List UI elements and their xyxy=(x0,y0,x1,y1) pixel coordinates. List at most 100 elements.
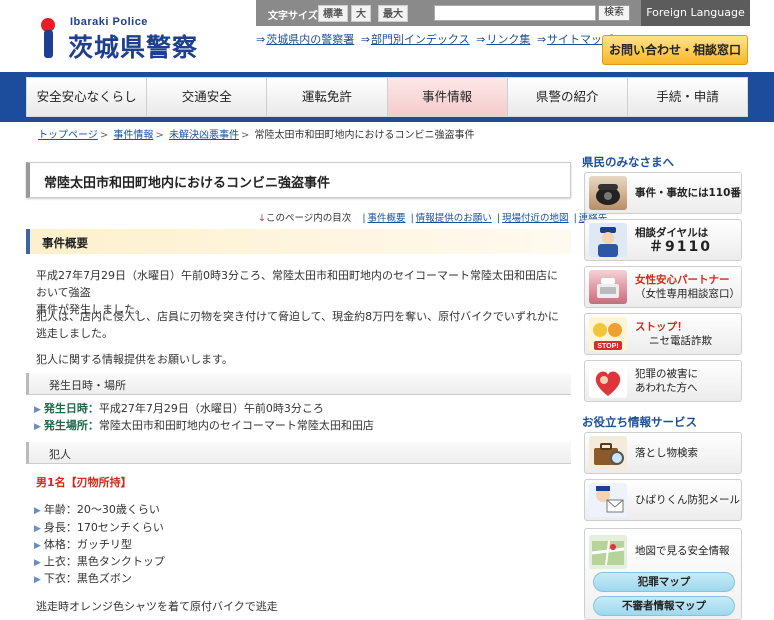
page-toc: ↓このページ内の目次 |事件概要 |情報提供のお願い |現場付近の地図 |連絡先 xyxy=(258,210,607,224)
sidebar-item-stop-phone-fraud[interactable]: STOP! ストップ！ ニセ電話詐欺 xyxy=(584,313,742,355)
font-size-label: 文字サイズ xyxy=(268,11,318,22)
link-police-stations[interactable]: 茨城県内の警察署 xyxy=(266,33,354,46)
arrow-icon: ⇒ xyxy=(256,33,266,46)
subheading-text: 発生日時・場所 xyxy=(49,379,126,392)
suspect-trait: ▶ 上衣：黒色タンクトップ xyxy=(34,553,165,569)
victim-support-icon xyxy=(589,364,627,398)
contact-button[interactable]: お問い合わせ・相談窓口 xyxy=(602,35,748,65)
occurrence-date: ▶ 発生日時：平成27年7月29日（水曜日）午前0時3分ころ xyxy=(34,401,324,418)
sidebar-item-consult-9110[interactable]: 相談ダイヤルは ＃9110 xyxy=(584,219,742,261)
trait-text: 上衣：黒色タンクトップ xyxy=(43,555,165,568)
sidebar-item-crime-victims[interactable]: 犯罪の被害に あわれた方へ xyxy=(584,360,742,402)
stop-fraud-icon: STOP! xyxy=(589,317,627,351)
bullet-arrow-icon: ▶ xyxy=(34,405,41,415)
breadcrumb-separator: > xyxy=(99,130,109,141)
toc-item-overview[interactable]: 事件概要 xyxy=(368,213,406,224)
fraud-line-1: ストップ！ xyxy=(635,321,688,333)
toc-separator: | xyxy=(496,213,501,224)
bullet-arrow-icon: ▶ xyxy=(34,541,41,551)
trait-text: 年齢：20～30歳くらい xyxy=(43,503,160,516)
suspicious-map-button[interactable]: 不審者情報マップ xyxy=(593,596,735,616)
nav-item-license[interactable]: 運転免許 xyxy=(267,78,388,116)
site-logo[interactable]: Ibaraki Police 茨城県警察 xyxy=(34,14,244,62)
breadcrumb-separator: > xyxy=(155,130,164,141)
consult-number: ＃9110 xyxy=(649,239,712,255)
nav-item-about[interactable]: 県警の紹介 xyxy=(507,78,628,116)
section-heading-text: 事件概要 xyxy=(42,236,88,250)
trait-text: 下衣：黒色ズボン xyxy=(43,572,132,585)
sidebar-item-emergency-110[interactable]: 事件・事故には110番 xyxy=(584,172,742,214)
subheading-suspect: 犯人 xyxy=(26,442,571,464)
police-officer-icon xyxy=(589,223,627,257)
arrow-icon: ⇒ xyxy=(360,33,370,46)
foreign-language-button[interactable]: Foreign Language xyxy=(641,0,750,26)
suspect-action-paragraph: 犯人は、店内に侵入し、店員に刃物を突き付けて脅迫して、現金約8万円を奪い、原付バ… xyxy=(36,310,559,340)
date-label: 発生日時： xyxy=(43,402,99,415)
victim-line-2: あわれた方へ xyxy=(635,382,698,394)
info-request-paragraph: 犯人に関する情報提供をお願いします。 xyxy=(36,353,233,366)
toc-item-map[interactable]: 現場付近の地図 xyxy=(502,213,569,224)
lost-items-text: 落とし物検索 xyxy=(635,447,698,459)
search-input[interactable] xyxy=(434,5,596,21)
toc-label: このページ内の目次 xyxy=(265,213,352,224)
toc-separator: | xyxy=(410,213,414,224)
map-icon xyxy=(589,535,627,569)
breadcrumb-top[interactable]: トップページ xyxy=(38,130,98,141)
sidebar-item-women-partner[interactable]: 女性安心パートナー （女性専用相談窓口） xyxy=(584,266,742,308)
font-size-largest-button[interactable]: 最大 xyxy=(378,5,408,22)
font-size-large-button[interactable]: 大 xyxy=(351,5,371,22)
sidebar-item-safety-map: 地図で見る安全情報 犯罪マップ 不審者情報マップ xyxy=(584,528,742,620)
bullet-arrow-icon: ▶ xyxy=(34,506,41,516)
search-button[interactable]: 検索 xyxy=(598,5,630,21)
fraud-line-2: ニセ電話詐欺 xyxy=(649,335,712,347)
sidebar-item-lost-items[interactable]: 落とし物検索 xyxy=(584,432,742,474)
crime-map-button[interactable]: 犯罪マップ xyxy=(593,572,735,592)
overview-line-1: 平成27年7月29日（水曜日）午前0時3分ころ、常陸太田市和田町地内のセイコーマ… xyxy=(36,269,558,299)
sidebar-heading-services: お役立ち情報サービス xyxy=(582,415,697,429)
nav-item-incidents[interactable]: 事件情報 xyxy=(387,78,508,116)
toc-item-info-request[interactable]: 情報提供のお願い xyxy=(416,213,492,224)
trait-text: 体格：ガッチリ型 xyxy=(43,538,132,551)
suspect-title: 男1名【刃物所持】 xyxy=(36,476,132,489)
toc-separator: | xyxy=(573,213,577,224)
breadcrumb-current: 常陸太田市和田町地内におけるコンビニ強盗事件 xyxy=(254,130,475,141)
logo-japanese: 茨城県警察 xyxy=(68,33,199,62)
global-nav: 安全安心なくらし 交通安全 運転免許 事件情報 県警の紹介 手続・申請 xyxy=(26,77,748,117)
victim-line-1: 犯罪の被害に xyxy=(635,368,698,380)
bullet-arrow-icon: ▶ xyxy=(34,575,41,585)
bullet-arrow-icon: ▶ xyxy=(34,524,41,534)
page-title-box: 常陸太田市和田町地内におけるコンビニ強盗事件 xyxy=(26,162,571,198)
sidebar-item-hibari-mail[interactable]: ひばりくん防犯メール xyxy=(584,479,742,521)
down-arrow-icon: ↓ xyxy=(258,213,266,224)
breadcrumb-unsolved[interactable]: 未解決凶悪事件 xyxy=(169,130,239,141)
link-department-index[interactable]: 部門別インデックス xyxy=(371,33,470,46)
women-line-2: （女性専用相談窓口） xyxy=(635,288,740,300)
consult-line-1: 相談ダイヤルは xyxy=(635,227,709,239)
bullet-arrow-icon: ▶ xyxy=(34,558,41,568)
phone-handset-icon xyxy=(589,270,627,304)
subheading-datetime-place: 発生日時・場所 xyxy=(26,373,571,395)
place-label: 発生場所： xyxy=(43,419,99,432)
breadcrumb: トップページ > 事件情報 > 未解決凶悪事件 > 常陸太田市和田町地内におけるコンビ… xyxy=(38,126,578,141)
occurrence-place: ▶ 発生場所：常陸太田市和田町地内のセイコーマート常陸太田和田店 xyxy=(34,418,374,435)
nav-item-procedures[interactable]: 手続・申請 xyxy=(627,78,748,116)
suspect-trait: ▶ 下衣：黒色ズボン xyxy=(34,570,132,586)
map-text: 地図で見る安全情報 xyxy=(635,545,730,557)
breadcrumb-incidents[interactable]: 事件情報 xyxy=(113,130,153,141)
nav-item-traffic[interactable]: 交通安全 xyxy=(147,78,268,116)
suspect-trait: ▶ 体格：ガッチリ型 xyxy=(34,536,132,552)
font-size-normal-button[interactable]: 標準 xyxy=(318,5,348,22)
date-value: 平成27年7月29日（水曜日）午前0時3分ころ xyxy=(98,402,324,415)
suspect-trait: ▶ 年齢：20～30歳くらい xyxy=(34,501,160,517)
place-value: 常陸太田市和田町地内のセイコーマート常陸太田和田店 xyxy=(98,419,374,432)
section-heading-overview: 事件概要 xyxy=(26,229,571,254)
arrow-icon: ⇒ xyxy=(476,33,486,46)
mail-mascot-icon xyxy=(589,483,627,517)
header-links: ⇒茨城県内の警察署 ⇒部門別インデックス ⇒リンク集 ⇒サイトマップ xyxy=(256,31,613,47)
escape-description: 逃走時オレンジ色シャツを着て原付バイクで逃走 xyxy=(36,600,278,613)
link-links[interactable]: リンク集 xyxy=(486,33,530,46)
women-line-1: 女性安心パートナー xyxy=(635,274,730,286)
utility-bar: 文字サイズ 標準 大 最大 検索 Foreign Language xyxy=(256,0,750,26)
nav-item-safety[interactable]: 安全安心なくらし xyxy=(27,78,148,116)
trait-text: 身長：170センチくらい xyxy=(43,521,164,534)
